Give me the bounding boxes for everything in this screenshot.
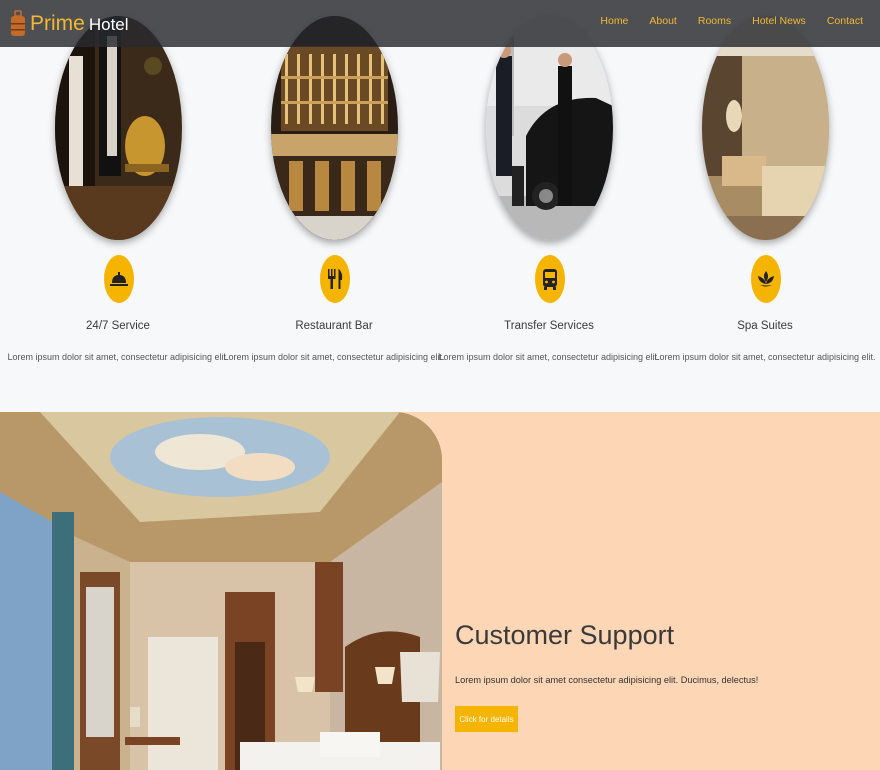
brand-logo[interactable]: Prime Hotel [10,9,129,39]
details-button[interactable]: Click for details [455,706,518,732]
service-card-restaurant: Restaurant Bar Lorem ipsum dolor sit ame… [216,0,445,412]
nav-link-home[interactable]: Home [600,15,628,27]
service-title: Restaurant Bar [295,320,373,332]
brand-name-sub: Hotel [88,15,129,34]
suitcase-icon [11,9,25,36]
nav-link-contact[interactable]: Contact [827,15,863,27]
top-navbar: Prime Hotel Home About Rooms Hotel News … [0,0,880,47]
hotel-room-image [0,412,442,770]
service-description: Lorem ipsum dolor sit amet, consectetur … [7,352,229,362]
service-photo-spa [702,16,829,240]
service-card-24-7: 24/7 Service Lorem ipsum dolor sit amet,… [0,0,229,412]
bus-icon [535,255,565,303]
service-description: Lorem ipsum dolor sit amet, consectetur … [223,352,445,362]
customer-support-section: Customer Support Lorem ipsum dolor sit a… [0,412,880,770]
service-title: 24/7 Service [86,320,150,332]
support-description: Lorem ipsum dolor sit amet consectetur a… [455,675,759,685]
brand-name-main: Prime [30,11,85,35]
nav-link-about[interactable]: About [649,15,676,27]
service-description: Lorem ipsum dolor sit amet, consectetur … [438,352,660,362]
nav-menu: Home About Rooms Hotel News Contact [579,15,863,27]
service-title: Spa Suites [737,320,793,332]
services-section: 24/7 Service Lorem ipsum dolor sit amet,… [0,0,880,412]
service-photo-car [486,16,613,240]
service-card-spa: Spa Suites Lorem ipsum dolor sit amet, c… [647,0,876,412]
service-description: Lorem ipsum dolor sit amet, consectetur … [654,352,876,362]
nav-link-hotel-news[interactable]: Hotel News [752,15,806,27]
service-photo-bell [55,16,182,240]
fork-knife-icon [320,255,350,303]
lotus-icon [751,255,781,303]
service-photo-bar [271,16,398,240]
service-card-transfer: Transfer Services Lorem ipsum dolor sit … [431,0,660,412]
support-title: Customer Support [455,620,675,650]
service-bell-icon [104,255,134,303]
nav-link-rooms[interactable]: Rooms [698,15,731,27]
service-title: Transfer Services [504,320,594,332]
